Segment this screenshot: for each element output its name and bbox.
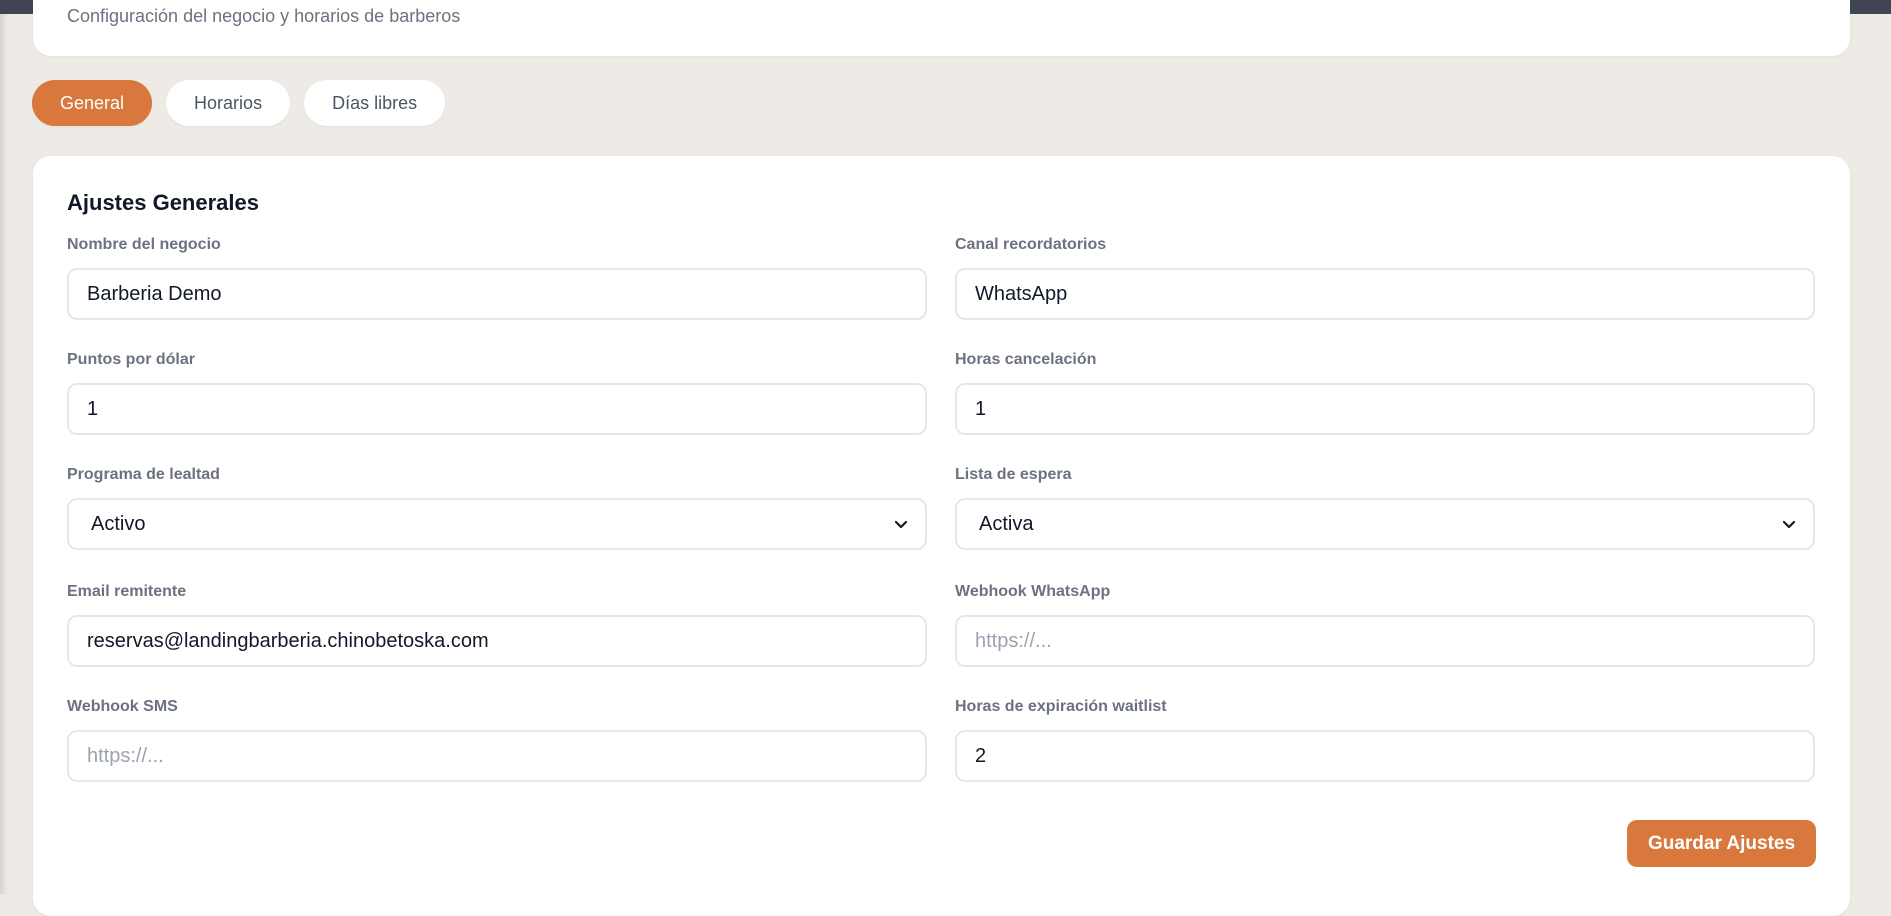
page-header-card: Configuración del negocio y horarios de … (33, 0, 1850, 56)
waitlist-expiry-label: Horas de expiración waitlist (955, 698, 1167, 715)
sms-webhook-label: Webhook SMS (67, 698, 178, 715)
sms-webhook-input[interactable]: https://... (67, 730, 927, 782)
waitlist-expiry-value: 2 (975, 744, 987, 767)
waitlist-value: Activa (979, 512, 1034, 535)
points-per-dollar-input[interactable]: 1 (67, 383, 927, 435)
tab-general[interactable]: General (32, 80, 153, 126)
reminder-channel-value: WhatsApp (975, 282, 1068, 305)
cancel-hours-input[interactable]: 1 (955, 383, 1815, 435)
sms-webhook-group: Webhook SMS https://... (67, 698, 927, 782)
waitlist-select[interactable]: Activa (955, 498, 1815, 550)
cancel-hours-group: Horas cancelación 1 (955, 351, 1815, 435)
whatsapp-webhook-placeholder: https://... (975, 629, 1052, 652)
sender-email-value: reservas@landingbarberia.chinobetoska.co… (87, 629, 489, 652)
cancel-hours-value: 1 (975, 397, 987, 420)
reminder-channel-label: Canal recordatorios (955, 236, 1107, 253)
points-per-dollar-value: 1 (87, 397, 99, 420)
waitlist-label: Lista de espera (955, 466, 1072, 483)
tab-dias-libres[interactable]: Días libres (304, 80, 446, 126)
waitlist-expiry-input[interactable]: 2 (955, 730, 1815, 782)
sender-email-label: Email remitente (67, 583, 187, 600)
chevron-down-icon (891, 514, 911, 534)
reminder-channel-input[interactable]: WhatsApp (955, 268, 1815, 320)
business-name-value: Barberia Demo (87, 282, 222, 305)
section-title: Ajustes Generales (67, 190, 259, 215)
sender-email-group: Email remitente reservas@landingbarberia… (67, 583, 927, 667)
points-per-dollar-group: Puntos por dólar 1 (67, 351, 927, 435)
sender-email-input[interactable]: reservas@landingbarberia.chinobetoska.co… (67, 615, 927, 667)
whatsapp-webhook-group: Webhook WhatsApp https://... (955, 583, 1815, 667)
loyalty-program-value: Activo (91, 512, 146, 535)
reminder-channel-group: Canal recordatorios WhatsApp (955, 236, 1815, 320)
waitlist-expiry-group: Horas de expiración waitlist 2 (955, 698, 1815, 782)
loyalty-program-group: Programa de lealtad Activo (67, 466, 927, 550)
sms-webhook-placeholder: https://... (87, 744, 164, 767)
whatsapp-webhook-label: Webhook WhatsApp (955, 583, 1111, 600)
cancel-hours-label: Horas cancelación (955, 351, 1097, 368)
points-per-dollar-label: Puntos por dólar (67, 351, 195, 368)
whatsapp-webhook-input[interactable]: https://... (955, 615, 1815, 667)
waitlist-group: Lista de espera Activa (955, 466, 1815, 550)
business-name-input[interactable]: Barberia Demo (67, 268, 927, 320)
page-subtitle: Configuración del negocio y horarios de … (67, 6, 461, 26)
settings-tabs: General Horarios Días libres (32, 80, 446, 126)
save-settings-button[interactable]: Guardar Ajustes (1627, 820, 1816, 867)
loyalty-program-select[interactable]: Activo (67, 498, 927, 550)
window-edge (0, 0, 8, 894)
general-settings-card: Ajustes Generales Nombre del negocio Bar… (33, 156, 1850, 916)
chevron-down-icon (1779, 514, 1799, 534)
loyalty-program-label: Programa de lealtad (67, 466, 220, 483)
business-name-label: Nombre del negocio (67, 236, 221, 253)
tab-horarios[interactable]: Horarios (166, 80, 291, 126)
business-name-group: Nombre del negocio Barberia Demo (67, 236, 927, 320)
